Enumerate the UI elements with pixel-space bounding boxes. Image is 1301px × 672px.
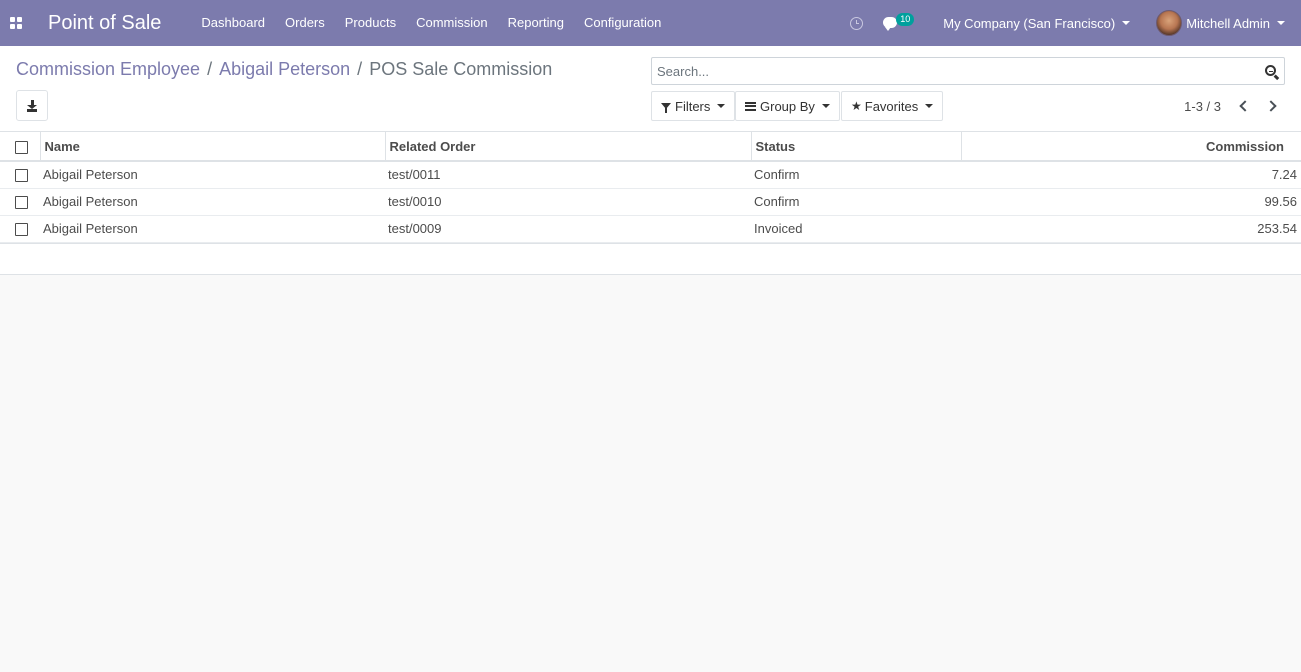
table-row[interactable]: Abigail Peterson test/0009 Invoiced 253.… [0,215,1301,242]
table-row[interactable]: Abigail Peterson test/0010 Confirm 99.56 [0,188,1301,215]
cell-status[interactable]: Confirm [751,161,961,188]
group-by-label: Group By [760,98,815,114]
breadcrumb-separator: / [207,59,213,79]
column-header-commission[interactable]: Commission [961,132,1301,161]
caret-down-icon [821,104,830,108]
breadcrumb-commission-employee[interactable]: Commission Employee [16,59,200,80]
row-select-cell [0,188,40,215]
filters-label: Filters [675,98,711,114]
caret-down-icon [1122,21,1131,25]
caret-down-icon [925,104,934,108]
menu-item-configuration[interactable]: Configuration [574,0,671,46]
caret-down-icon [1277,21,1285,25]
cell-related-order[interactable]: test/0010 [385,188,751,215]
select-all-checkbox[interactable] [15,140,28,154]
cell-name[interactable]: Abigail Peterson [40,161,385,188]
menu-item-products[interactable]: Products [335,0,406,46]
apps-grid-icon [10,17,22,29]
row-select-cell [0,161,40,188]
cell-commission[interactable]: 99.56 [961,188,1301,215]
group-by-button[interactable]: Group By [735,91,840,121]
star-icon: ★ [851,99,862,113]
list-footer [0,242,1301,271]
row-checkbox[interactable] [15,223,28,237]
chat-count-badge: 10 [896,13,915,26]
cell-commission[interactable]: 253.54 [961,215,1301,242]
menu-item-orders[interactable]: Orders [275,0,335,46]
chat-bubble-icon [883,17,898,31]
search-icon[interactable] [1265,65,1276,76]
column-header-status[interactable]: Status [751,132,962,161]
table-row[interactable]: Abigail Peterson test/0011 Confirm 7.24 [0,161,1301,188]
cell-name[interactable]: Abigail Peterson [40,188,385,215]
row-checkbox[interactable] [15,196,28,210]
filters-button[interactable]: Filters [651,91,736,121]
filter-icon [661,103,671,113]
top-navbar: Point of Sale Dashboard Orders Products … [0,0,1301,46]
avatar [1156,10,1183,36]
menu-item-reporting[interactable]: Reporting [498,0,574,46]
pager-value[interactable]: 1-3 / 3 [1184,99,1221,114]
cell-status[interactable]: Confirm [751,188,961,215]
download-icon [27,99,37,112]
company-switcher[interactable]: My Company (San Francisco) [943,15,1131,31]
select-all-cell [0,132,41,161]
cell-name[interactable]: Abigail Peterson [40,215,385,242]
row-select-cell [0,215,40,242]
main-menu: Dashboard Orders Products Commission Rep… [191,0,671,46]
favorites-button[interactable]: ★ Favorites [841,91,944,121]
control-panel: Commission Employee / Abigail Peterson /… [0,46,1301,132]
breadcrumb-separator: / [357,59,363,79]
page-title: POS Sale Commission [369,59,553,79]
commission-table: Name Related Order Status Commission Abi… [0,132,1301,243]
breadcrumb: Commission Employee / Abigail Peterson /… [16,59,552,80]
breadcrumb-employee[interactable]: Abigail Peterson [219,59,350,80]
pager: 1-3 / 3 [1184,91,1281,121]
cell-related-order[interactable]: test/0009 [385,215,751,242]
activity-clock-icon[interactable] [850,16,864,30]
column-header-related-order[interactable]: Related Order [385,132,752,161]
caret-down-icon [717,104,726,108]
user-name: Mitchell Admin [1186,15,1270,31]
cell-commission[interactable]: 7.24 [961,161,1301,188]
chevron-left-icon[interactable] [1239,100,1251,112]
menu-item-commission[interactable]: Commission [406,0,498,46]
favorites-label: Favorites [864,98,919,114]
export-button[interactable] [16,90,48,121]
messaging-button[interactable]: 10 [883,13,915,33]
app-brand[interactable]: Point of Sale [48,12,161,35]
cell-related-order[interactable]: test/0011 [385,161,751,188]
search-input[interactable] [652,58,1252,84]
list-view: Name Related Order Status Commission Abi… [0,132,1301,275]
column-header-name[interactable]: Name [40,132,386,161]
chevron-right-icon[interactable] [1265,100,1277,112]
search-bar [651,57,1285,85]
list-bars-icon [745,101,756,111]
row-checkbox[interactable] [15,169,28,183]
company-name: My Company (San Francisco) [943,15,1116,31]
user-menu[interactable]: Mitchell Admin [1156,10,1285,36]
menu-item-dashboard[interactable]: Dashboard [191,0,275,46]
cell-status[interactable]: Invoiced [751,215,961,242]
apps-menu-button[interactable] [0,0,32,46]
table-header-row: Name Related Order Status Commission [0,132,1301,161]
navbar-systray: 10 My Company (San Francisco) Mitchell A… [850,0,1301,46]
